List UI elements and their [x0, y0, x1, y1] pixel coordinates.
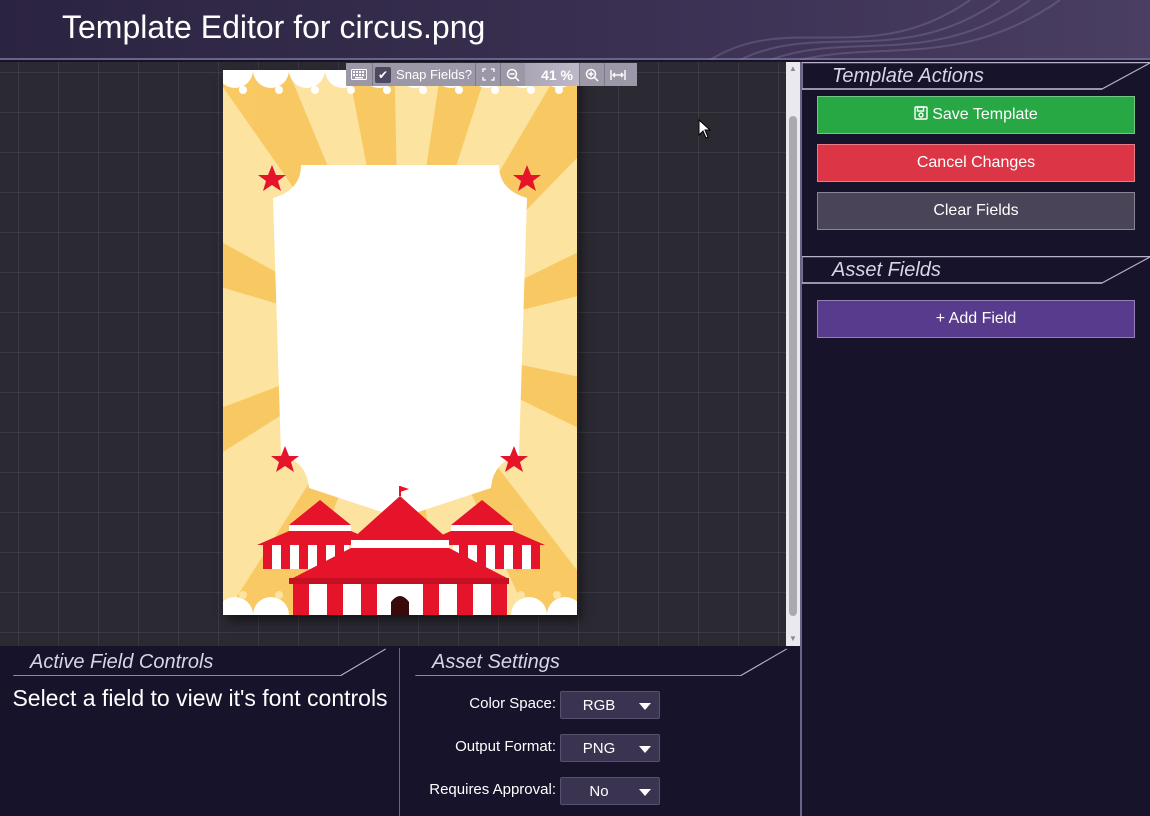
- chevron-down-icon: [639, 789, 651, 796]
- mouse-cursor-icon: [698, 119, 712, 139]
- color-space-value: RGB: [582, 697, 616, 714]
- zoom-level[interactable]: 41 %: [525, 63, 579, 86]
- template-actions-title: Template Actions: [832, 65, 984, 87]
- scroll-down-icon[interactable]: ▼: [786, 632, 800, 646]
- fit-to-screen-icon[interactable]: [476, 63, 500, 86]
- page-title: Template Editor for circus.png: [62, 9, 486, 45]
- template-actions-header: Template Actions: [802, 62, 1150, 90]
- requires-approval-value: No: [589, 783, 609, 800]
- requires-approval-select[interactable]: No: [560, 777, 660, 805]
- canvas-scrollbar[interactable]: ▲ ▼: [786, 62, 800, 646]
- right-sidebar: Template Actions Save Template Cancel Ch…: [802, 62, 1150, 816]
- keyboard-icon[interactable]: [346, 63, 372, 86]
- snap-fields-checkbox[interactable]: ✔: [373, 63, 393, 86]
- active-field-controls-title: Active Field Controls: [30, 651, 214, 673]
- color-space-select[interactable]: RGB: [560, 691, 660, 719]
- scrollbar-thumb[interactable]: [789, 116, 797, 616]
- fit-width-icon[interactable]: [605, 63, 631, 86]
- save-template-button[interactable]: Save Template: [817, 96, 1135, 134]
- asset-settings-panel: Asset Settings Color Space: RGB Output F…: [400, 646, 800, 816]
- header-decoration: [709, 0, 1061, 60]
- output-format-select[interactable]: PNG: [560, 734, 660, 762]
- color-space-label: Color Space:: [469, 695, 556, 712]
- requires-approval-row: Requires Approval: No: [400, 777, 800, 805]
- save-icon: [914, 106, 928, 124]
- check-icon: ✔: [375, 66, 391, 83]
- zoom-in-icon[interactable]: [580, 63, 604, 86]
- active-field-controls-header: Active Field Controls: [0, 648, 399, 676]
- color-space-row: Color Space: RGB: [400, 691, 800, 719]
- no-field-selected-message: Select a field to view it's font control…: [12, 685, 388, 711]
- zoom-out-icon[interactable]: [501, 63, 525, 86]
- cancel-changes-button[interactable]: Cancel Changes: [817, 144, 1135, 182]
- template-artwork[interactable]: [223, 70, 577, 615]
- output-format-label: Output Format:: [455, 738, 556, 755]
- chevron-down-icon: [639, 703, 651, 710]
- chevron-down-icon: [639, 746, 651, 753]
- app-header: Template Editor for circus.png: [0, 0, 1150, 60]
- active-field-controls-panel: Active Field Controls Select a field to …: [0, 646, 400, 816]
- clear-fields-button[interactable]: Clear Fields: [817, 192, 1135, 230]
- scroll-up-icon[interactable]: ▲: [786, 62, 800, 76]
- asset-settings-title: Asset Settings: [432, 651, 560, 673]
- asset-fields-title: Asset Fields: [832, 259, 941, 281]
- asset-fields-header: Asset Fields: [802, 256, 1150, 284]
- requires-approval-label: Requires Approval:: [429, 781, 556, 798]
- output-format-value: PNG: [582, 740, 616, 757]
- canvas-toolbar: ✔ Snap Fields? 41 %: [346, 63, 637, 86]
- snap-fields-label[interactable]: Snap Fields?: [393, 63, 475, 86]
- add-field-button[interactable]: + Add Field: [817, 300, 1135, 338]
- output-format-row: Output Format: PNG: [400, 734, 800, 762]
- asset-settings-header: Asset Settings: [402, 648, 800, 676]
- save-template-label: Save Template: [932, 106, 1038, 123]
